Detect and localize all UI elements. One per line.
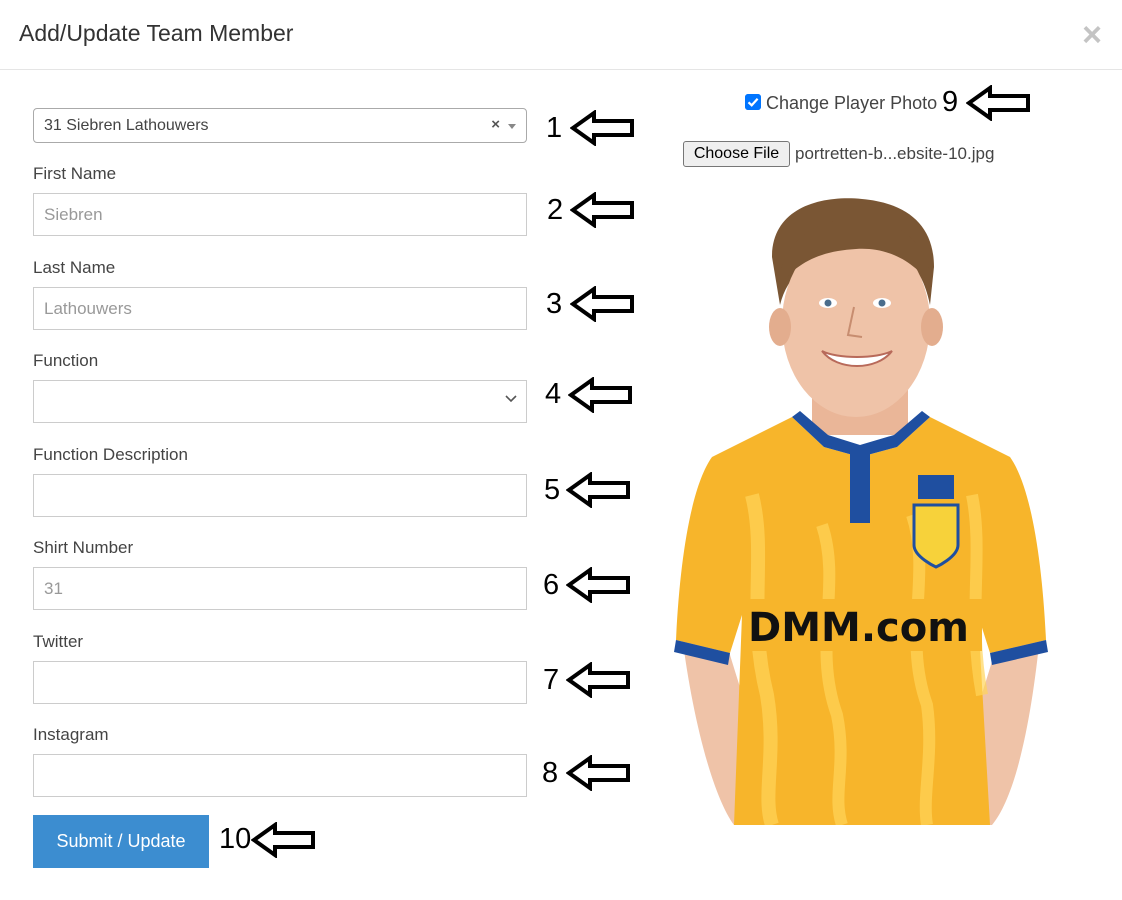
annotation-number-1: 1	[546, 112, 563, 144]
modal-title: Add/Update Team Member	[19, 20, 294, 46]
instagram-label: Instagram	[33, 725, 109, 744]
left-arrow-icon	[251, 822, 317, 858]
left-arrow-icon	[568, 377, 634, 413]
selected-file-name: portretten-b...ebsite-10.jpg	[795, 144, 995, 163]
change-photo-checkbox[interactable]	[745, 94, 761, 110]
left-arrow-icon	[570, 110, 636, 146]
last-name-input[interactable]: Lathouwers	[33, 287, 527, 330]
shirt-number-input[interactable]: 31	[33, 567, 527, 610]
close-icon[interactable]: ×	[1082, 18, 1102, 52]
twitter-input[interactable]	[33, 661, 527, 704]
shirt-number-label: Shirt Number	[33, 538, 134, 557]
first-name-label: First Name	[33, 164, 117, 183]
annotation-number-9: 9	[942, 86, 959, 118]
last-name-label: Last Name	[33, 258, 116, 277]
left-arrow-icon	[570, 192, 636, 228]
annotation-number-5: 5	[544, 474, 561, 506]
annotation-number-8: 8	[542, 757, 559, 789]
chevron-down-icon	[505, 395, 517, 403]
annotation-number-6: 6	[543, 569, 560, 601]
player-photo: DMM.com	[674, 198, 1048, 825]
annotation-number-7: 7	[543, 664, 560, 696]
annotation-number-3: 3	[546, 288, 563, 320]
clear-selection-icon[interactable]: ×	[491, 116, 500, 133]
annotation-number-2: 2	[547, 194, 564, 226]
annotation-number-10: 10	[219, 823, 252, 855]
member-select[interactable]: 31 Siebren Lathouwers ×	[33, 108, 527, 143]
instagram-input[interactable]	[33, 754, 527, 797]
member-select-value: 31 Siebren Lathouwers	[44, 117, 209, 134]
left-arrow-icon	[566, 567, 632, 603]
left-arrow-icon	[566, 755, 632, 791]
first-name-input[interactable]: Siebren	[33, 193, 527, 236]
function-description-input[interactable]	[33, 474, 527, 517]
left-arrow-icon	[566, 662, 632, 698]
change-photo-label[interactable]: Change Player Photo	[766, 93, 937, 114]
function-description-label: Function Description	[33, 445, 188, 464]
modal-header: Add/Update Team Member ×	[0, 0, 1122, 70]
left-arrow-icon	[966, 85, 1032, 121]
submit-update-button[interactable]: Submit / Update	[33, 815, 209, 868]
twitter-label: Twitter	[33, 632, 84, 651]
annotation-number-4: 4	[545, 378, 562, 410]
choose-file-button[interactable]: Choose File	[683, 141, 790, 167]
left-arrow-icon	[570, 286, 636, 322]
caret-down-icon[interactable]	[508, 124, 516, 129]
function-label: Function	[33, 351, 99, 370]
function-select[interactable]	[33, 380, 527, 423]
left-arrow-icon	[566, 472, 632, 508]
svg-text:DMM.com: DMM.com	[748, 605, 969, 651]
